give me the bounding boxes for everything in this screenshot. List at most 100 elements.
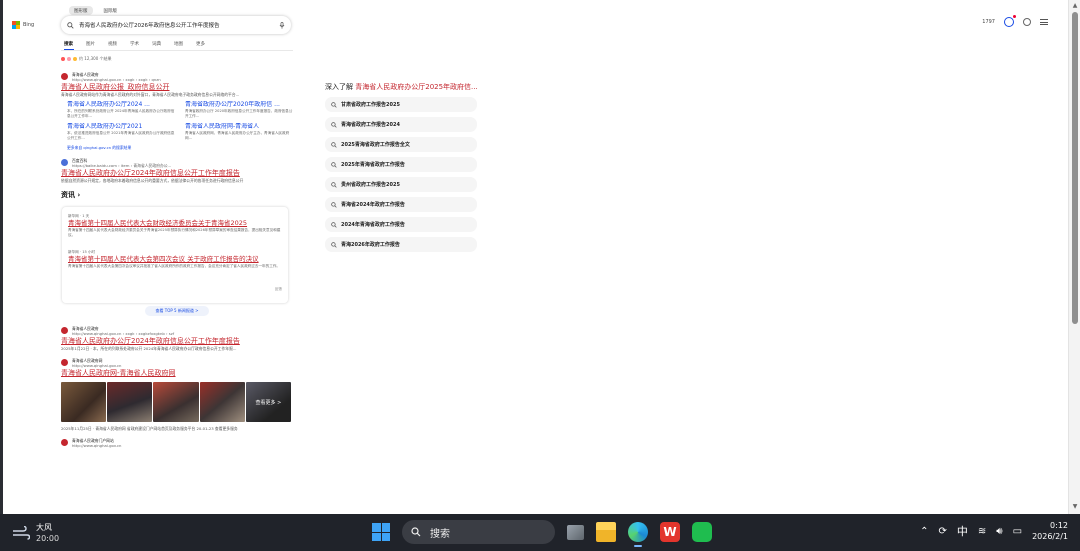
- task-view-icon[interactable]: [567, 524, 584, 540]
- wechat-icon[interactable]: [692, 522, 712, 542]
- related-item[interactable]: 青海省政府工作报告2024: [325, 117, 477, 132]
- tab-academic[interactable]: 学术: [130, 41, 152, 50]
- weather-widget[interactable]: 大风 20:00: [12, 522, 59, 544]
- result-title-link[interactable]: 青海省人民政府网-青海省人民政府网: [61, 368, 293, 378]
- news-photo[interactable]: [107, 382, 153, 422]
- result-site[interactable]: 青海省人民政府 http://www.qinghai.gov.cn › xxgk…: [61, 72, 293, 82]
- result-site[interactable]: 青海省人民政府 http://www.qinghai.gov.cn › xxgk…: [61, 326, 293, 336]
- taskbar-search[interactable]: 搜索: [402, 520, 555, 544]
- news-photo[interactable]: [153, 382, 199, 422]
- tab-maps[interactable]: 地图: [174, 41, 196, 50]
- scroll-down-icon[interactable]: ▼: [1071, 503, 1079, 511]
- microphone-icon[interactable]: [279, 21, 285, 29]
- news-snippet: 青海省第十四届人民代表大会第四次会议审议并批准了省人民政府所作的政府工作报告，会…: [68, 264, 281, 268]
- related-item[interactable]: 2025青海省政府工作报告全文: [325, 137, 477, 152]
- news-photo[interactable]: [199, 382, 245, 422]
- result-snippet: 依据自然资源公开规定，各地政府本着政府信息公开的重要方式，依据法律公开的各项任务…: [61, 178, 244, 183]
- wifi-icon[interactable]: ≋: [978, 526, 986, 537]
- results-column: 约 12,300 个结果 青海省人民政府 http://www.qinghai.…: [61, 56, 293, 455]
- result-snippet: 青海省人民政府网站作为青海省人民政府的对外窗口，青海省人民政府电子政务政府信息公…: [61, 92, 240, 97]
- news-item[interactable]: 新华网 · 15 小时 青海省第十四届人民代表大会第四次会议 关于政府工作报告的…: [68, 249, 282, 279]
- search-icon: [331, 121, 337, 128]
- scrollbar-thumb[interactable]: [1072, 12, 1078, 324]
- more-images-button[interactable]: 查看更多 >: [245, 382, 292, 422]
- hamburger-menu-icon[interactable]: [1040, 19, 1048, 25]
- news-title-link[interactable]: 青海省第十四届人民代表大会第四次会议 关于政府工作报告的决议: [68, 255, 282, 264]
- search-box[interactable]: 青海省人民政府办公厅2026年政府信息公开工作年度报告: [61, 16, 291, 34]
- result-title-link[interactable]: 青海省人民政府公报_政府信息公开: [61, 82, 293, 92]
- tab-images[interactable]: 图片: [86, 41, 108, 50]
- news-card: 新华网 · 1 天 青海省第十四届人民代表大会财政经济委员会关于青海省2025 …: [61, 206, 289, 304]
- tab-more[interactable]: 更多: [196, 41, 218, 50]
- brand-label: Bing: [23, 22, 35, 28]
- clock[interactable]: 0:12 2026/2/1: [1032, 520, 1068, 542]
- tab-divider: [61, 50, 293, 51]
- input-method-indicator[interactable]: 中: [957, 523, 968, 539]
- edge-browser-icon[interactable]: [628, 522, 648, 547]
- deeplink-title[interactable]: 青海省政府办公厅2020年政府信 ...: [185, 101, 297, 109]
- file-explorer-icon[interactable]: [596, 522, 616, 542]
- more-news-button[interactable]: 查看 TOP 5 新闻报道 >: [145, 306, 209, 316]
- rewards-points[interactable]: 1797: [982, 19, 995, 25]
- site-favicon-icon: [61, 327, 68, 334]
- related-item[interactable]: 甘肃省政府工作报告2025: [325, 97, 477, 112]
- related-item[interactable]: 贵州省政府工作报告2025: [325, 177, 477, 192]
- scroll-up-icon[interactable]: ▲: [1071, 2, 1079, 10]
- result-site[interactable]: 百度百科 https://baike.baidu.com › item › 青海…: [61, 158, 293, 168]
- feedback-link[interactable]: 反馈: [275, 287, 282, 292]
- search-icon: [67, 21, 74, 29]
- tab-videos[interactable]: 视频: [108, 41, 130, 50]
- tab-all[interactable]: 搜索: [64, 41, 86, 50]
- news-photo[interactable]: [61, 382, 107, 422]
- deeplink: 青海省人民政府办公厅2024 ... 本，所在的列联系处政府公开 2024年青海…: [67, 101, 185, 118]
- site-url[interactable]: http://www.qinghai.gov.cn: [72, 443, 121, 448]
- news-item[interactable]: 新华网 · 1 天 青海省第十四届人民代表大会财政经济委员会关于青海省2025 …: [68, 213, 282, 243]
- deeplink-snippet: 本，所在的列联系处政府公开 2024年青海省人民政府办公厅政府信息公开工作年..…: [67, 109, 175, 118]
- vertical-scrollbar[interactable]: ▲ ▼: [1068, 0, 1080, 514]
- result-site[interactable]: 青海省人民政府门户网站 http://www.qinghai.gov.cn: [61, 438, 293, 448]
- deeplink-title[interactable]: 青海省人民政府办公厅2024 ...: [67, 101, 185, 109]
- related-query[interactable]: 青海省人民政府办公厅2025年政府信...: [355, 83, 477, 91]
- tab-dictionary[interactable]: 词典: [152, 41, 174, 50]
- volume-icon[interactable]: 🔊︎: [996, 526, 1002, 537]
- related-item-label: 青海省2024年政府工作报告: [341, 202, 405, 208]
- user-icon[interactable]: [1023, 18, 1031, 26]
- chevron-up-icon[interactable]: ⌃: [920, 526, 928, 537]
- result-meta: 约 12,300 个结果: [61, 56, 293, 62]
- related-item[interactable]: 青海2026年政府工作报告: [325, 237, 477, 252]
- related-item-label: 青海省政府工作报告2024: [341, 122, 400, 128]
- chip-cn[interactable]: 图形版: [69, 6, 93, 15]
- search-input[interactable]: 青海省人民政府办公厅2026年政府信息公开工作年度报告: [79, 21, 279, 29]
- search-icon: [331, 201, 337, 208]
- news-title-link[interactable]: 青海省第十四届人民代表大会财政经济委员会关于青海省2025: [68, 219, 282, 228]
- search-result: 青海省人民政府网 http://www.qinghai.gov.cn 青海省人民…: [61, 358, 293, 431]
- result-title-link[interactable]: 青海省人民政府办公厅2024年政府信息公开工作年度报告: [61, 168, 293, 178]
- bing-logo[interactable]: Bing: [12, 21, 34, 29]
- clock-date: 2026/2/1: [1032, 532, 1068, 541]
- rewards-medal-icon[interactable]: [1004, 15, 1016, 27]
- battery-icon[interactable]: ▭: [1013, 526, 1022, 537]
- browser-window: Bing 图形版 国际版 青海省人民政府办公厅2026年政府信息公开工作年度报告…: [3, 0, 1068, 514]
- sync-icon[interactable]: ⟳: [939, 526, 947, 537]
- related-item[interactable]: 2024年青海省政府工作报告: [325, 217, 477, 232]
- search-result: 青海省人民政府 http://www.qinghai.gov.cn › xxgk…: [61, 326, 293, 351]
- windows-start-icon[interactable]: [372, 523, 390, 541]
- deeplink-title[interactable]: 青海省人民政府网-青海省人: [185, 123, 297, 131]
- deeplink: 青海省政府办公厅2020年政府信 ... 青海省政府办公厅 2020年政府信息公…: [185, 101, 297, 118]
- news-heading[interactable]: 资讯 ›: [61, 190, 293, 200]
- related-item[interactable]: 2025年青海省政府工作报告: [325, 157, 477, 172]
- wps-office-icon[interactable]: W: [660, 522, 680, 542]
- region-chips: 图形版 国际版: [69, 6, 122, 15]
- related-item-label: 贵州省政府工作报告2025: [341, 182, 400, 188]
- search-icon: [331, 181, 337, 188]
- deeplink-title[interactable]: 青海省人民政府办公厅2021: [67, 123, 185, 131]
- result-site[interactable]: 青海省人民政府网 http://www.qinghai.gov.cn: [61, 358, 293, 368]
- news-footer: 反馈: [68, 285, 282, 297]
- related-item[interactable]: 青海省2024年政府工作报告: [325, 197, 477, 212]
- chip-intl[interactable]: 国际版: [99, 6, 123, 15]
- dot-icon: [73, 57, 77, 61]
- search-result: 青海省人民政府门户网站 http://www.qinghai.gov.cn: [61, 438, 293, 448]
- result-title-link[interactable]: 青海省人民政府办公厅2024年政府信息公开工作年度报告: [61, 336, 293, 346]
- related-item-label: 青海2026年政府工作报告: [341, 242, 400, 248]
- more-from-site-link[interactable]: 更多来自 qinghai.gov.cn 的搜索结果: [67, 145, 293, 151]
